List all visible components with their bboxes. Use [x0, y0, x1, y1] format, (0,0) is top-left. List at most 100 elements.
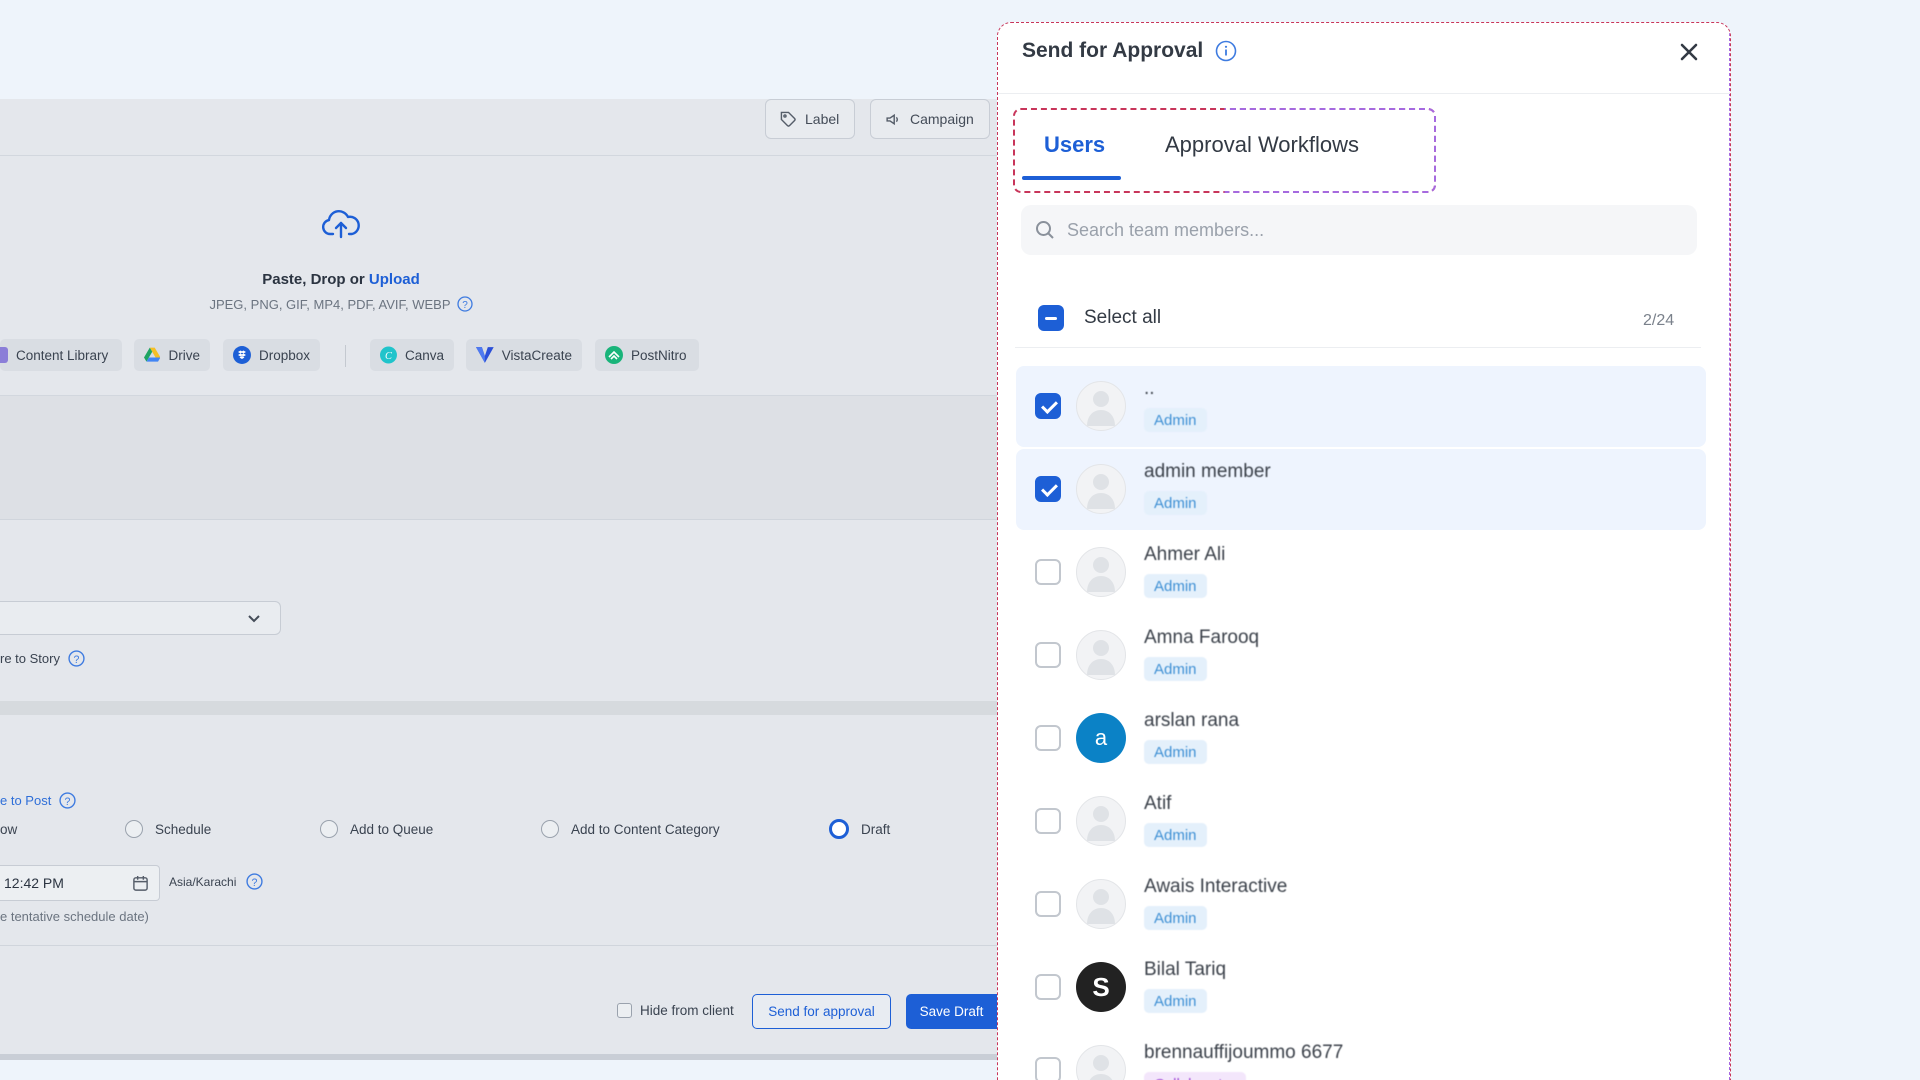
avatar	[1076, 547, 1126, 597]
user-row[interactable]: brennauffijoummo 6677 Collaborator	[1016, 1030, 1706, 1080]
avatar-letter: S	[1092, 971, 1110, 1002]
user-row[interactable]: Atif Admin	[1016, 781, 1706, 862]
calendar-icon[interactable]	[132, 875, 149, 892]
select-all-checkbox[interactable]: Select all	[1038, 305, 1161, 331]
radio-circle[interactable]	[320, 820, 338, 838]
send-for-approval-button[interactable]: Send for approval	[752, 994, 891, 1029]
close-icon[interactable]	[1679, 42, 1699, 62]
user-row[interactable]: S Bilal Tariq Admin	[1016, 947, 1706, 1028]
user-checkbox[interactable]	[1035, 393, 1061, 419]
user-checkbox[interactable]	[1035, 808, 1061, 834]
radio-category-label: Add to Content Category	[571, 821, 720, 837]
dropbox-button[interactable]: Dropbox	[223, 339, 320, 371]
user-row[interactable]: Ahmer Ali Admin	[1016, 532, 1706, 613]
user-name: brennauffijoummo 6677	[1144, 1042, 1344, 1063]
divider	[1015, 347, 1701, 348]
search-input[interactable]: Search team members...	[1021, 205, 1697, 255]
user-checkbox[interactable]	[1035, 476, 1061, 502]
drive-button[interactable]: Drive	[134, 339, 210, 371]
radio-circle[interactable]	[125, 820, 143, 838]
person-placeholder-icon	[1087, 889, 1115, 924]
user-row[interactable]: .. Admin	[1016, 366, 1706, 447]
role-badge: Admin	[1144, 740, 1207, 764]
help-icon[interactable]: ?	[456, 296, 473, 312]
tab-bar: Users Approval Workflows	[1013, 108, 1436, 193]
help-icon[interactable]: ?	[246, 873, 264, 890]
vistacreate-label: VistaCreate	[501, 347, 572, 363]
person-placeholder-icon	[1087, 391, 1115, 426]
radio-post-now[interactable]: ow	[0, 818, 17, 840]
avatar-letter: a	[1094, 725, 1108, 750]
tab-users[interactable]: Users	[1044, 132, 1105, 158]
hide-from-client-checkbox[interactable]: Hide from client	[617, 1003, 734, 1018]
user-row[interactable]: a arslan rana Admin	[1016, 698, 1706, 779]
label-button[interactable]: Label	[765, 99, 855, 139]
user-checkbox[interactable]	[1035, 1057, 1061, 1080]
timezone-label: Asia/Karachi	[169, 874, 237, 889]
radio-content-category[interactable]: Add to Content Category	[541, 818, 720, 840]
person-placeholder-icon	[1087, 474, 1115, 509]
hide-from-client-label: Hide from client	[640, 1003, 734, 1018]
user-checkbox[interactable]	[1035, 642, 1061, 668]
checkbox[interactable]	[617, 1003, 632, 1018]
postnitro-icon	[605, 346, 623, 364]
highlight-outline	[1729, 23, 1730, 1080]
post-link-label: e to Post	[0, 793, 52, 808]
megaphone-icon	[886, 113, 898, 125]
radio-schedule[interactable]: Schedule	[125, 818, 211, 840]
tentative-note: e tentative schedule date)	[0, 909, 149, 924]
cloud-upload-icon	[321, 210, 360, 239]
role-badge: Admin	[1144, 989, 1207, 1013]
user-checkbox[interactable]	[1035, 559, 1061, 585]
user-name: Bilal Tariq	[1144, 959, 1227, 980]
person-placeholder-icon	[1087, 557, 1115, 592]
radio-circle-selected[interactable]	[829, 819, 849, 839]
user-checkbox[interactable]	[1035, 891, 1061, 917]
campaign-button[interactable]: Campaign	[870, 99, 990, 139]
datetime-input[interactable]: 12:42 PM	[0, 865, 160, 901]
save-draft-button[interactable]: Save Draft	[906, 994, 997, 1029]
user-checkbox[interactable]	[1035, 725, 1061, 751]
panel-title-text: Send for Approval	[1022, 39, 1204, 62]
user-row[interactable]: admin member Admin	[1016, 449, 1706, 530]
google-drive-icon	[144, 347, 161, 362]
content-library-label: Content Library	[16, 347, 109, 363]
upload-link[interactable]: Upload	[369, 271, 420, 288]
content-library-button[interactable]: Content Library	[0, 339, 122, 371]
upload-formats: JPEG, PNG, GIF, MP4, PDF, AVIF, WEBP ?	[0, 296, 682, 312]
user-row[interactable]: Amna Farooq Admin	[1016, 615, 1706, 696]
avatar	[1076, 879, 1126, 929]
user-row[interactable]: Awais Interactive Admin	[1016, 864, 1706, 945]
divider	[0, 945, 997, 946]
account-select[interactable]	[0, 601, 281, 635]
user-name: Amna Farooq	[1144, 627, 1260, 648]
avatar	[1076, 381, 1126, 431]
indeterminate-checkbox[interactable]	[1038, 305, 1064, 331]
user-name: admin member	[1144, 461, 1271, 482]
avatar: S	[1076, 962, 1126, 1012]
postnitro-button[interactable]: PostNitro	[595, 339, 699, 371]
upload-text: Paste, Drop or	[262, 271, 365, 288]
user-name: ..	[1144, 378, 1155, 399]
avatar	[1076, 1045, 1126, 1080]
radio-add-to-queue[interactable]: Add to Queue	[320, 818, 433, 840]
search-placeholder: Search team members...	[1067, 219, 1265, 240]
radio-draft[interactable]: Draft	[829, 818, 890, 840]
section-divider	[0, 701, 997, 715]
user-checkbox[interactable]	[1035, 974, 1061, 1000]
help-icon[interactable]: ?	[59, 792, 76, 809]
radio-circle[interactable]	[541, 820, 559, 838]
person-placeholder-icon	[1087, 640, 1115, 675]
when-to-post-link[interactable]: e to Post ?	[0, 792, 76, 809]
composer-footer: Hide from client Send for approval Save …	[0, 983, 997, 1053]
info-icon[interactable]	[1215, 40, 1237, 62]
share-to-story-option[interactable]: re to Story ?	[0, 650, 85, 667]
tab-approval-workflows[interactable]: Approval Workflows	[1165, 132, 1359, 158]
avatar	[1076, 464, 1126, 514]
help-icon[interactable]: ?	[68, 650, 85, 667]
panel-title: Send for Approval	[1022, 39, 1237, 63]
svg-text:?: ?	[74, 654, 80, 666]
canva-button[interactable]: C Canva	[370, 339, 454, 371]
label-button-text: Label	[805, 111, 840, 127]
vistacreate-button[interactable]: VistaCreate	[466, 339, 582, 371]
